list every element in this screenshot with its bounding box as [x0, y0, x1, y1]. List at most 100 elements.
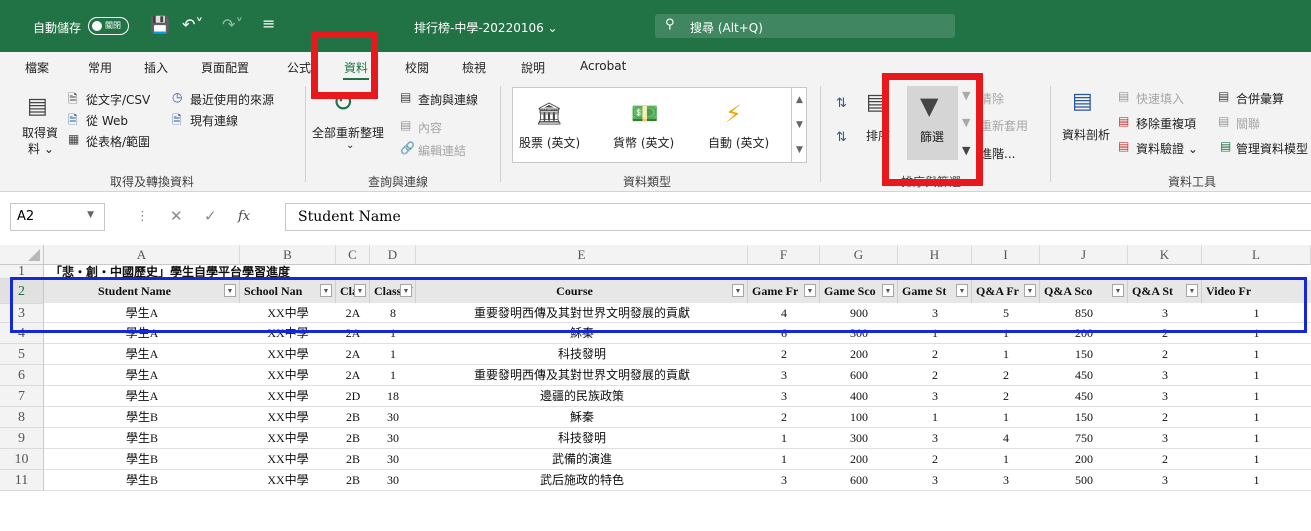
gallery-scroll-up[interactable]: ▲ — [791, 88, 807, 113]
cell[interactable]: 450 — [1040, 365, 1128, 385]
cell[interactable]: 3 — [748, 386, 820, 406]
cell[interactable]: 150 — [1040, 407, 1128, 427]
cell[interactable]: 4 — [972, 428, 1040, 448]
search-box[interactable]: ⚲ 搜尋 (Alt+Q) — [655, 14, 955, 38]
tab-page-layout[interactable]: 頁面配置 — [201, 59, 249, 76]
cell[interactable]: 3 — [748, 365, 820, 385]
cell[interactable]: 2 — [972, 386, 1040, 406]
cell[interactable]: 150 — [1040, 344, 1128, 364]
cell[interactable]: 1 — [370, 365, 416, 385]
cell[interactable]: 2 — [898, 365, 972, 385]
automatic-button[interactable]: 自動 (英文) — [708, 134, 769, 151]
gallery-more[interactable]: ▼ — [791, 138, 807, 163]
cell[interactable]: 學生A — [44, 344, 240, 364]
column-header[interactable]: B — [240, 245, 336, 265]
row-header[interactable]: 10 — [0, 449, 44, 470]
cell[interactable]: 30 — [370, 407, 416, 427]
cell[interactable]: 450 — [1040, 386, 1128, 406]
cell[interactable]: 1 — [1202, 449, 1311, 469]
cell[interactable]: 300 — [820, 428, 898, 448]
cell[interactable]: 2B — [336, 428, 370, 448]
cell[interactable]: 1 — [370, 344, 416, 364]
cell[interactable]: XX中學 — [240, 449, 336, 469]
cell[interactable]: 1 — [748, 449, 820, 469]
insert-function-icon[interactable]: fx — [238, 209, 250, 224]
column-header[interactable]: D — [370, 245, 416, 265]
relationships-button[interactable]: 關聯 — [1236, 115, 1260, 132]
cell[interactable]: 750 — [1040, 428, 1128, 448]
cell[interactable]: 100 — [820, 407, 898, 427]
cell[interactable]: 2 — [898, 344, 972, 364]
cell[interactable]: 3 — [898, 386, 972, 406]
cell[interactable]: 18 — [370, 386, 416, 406]
cell[interactable]: 3 — [1128, 386, 1202, 406]
cell[interactable]: 400 — [820, 386, 898, 406]
name-box-dropdown-icon[interactable]: ▼ — [87, 210, 94, 220]
remove-duplicates-button[interactable]: 移除重複項 — [1136, 115, 1196, 132]
name-box[interactable]: A2 ▼ — [10, 203, 105, 231]
cell[interactable]: 科技發明 — [416, 428, 748, 448]
column-header[interactable]: L — [1202, 245, 1311, 265]
cell[interactable]: 30 — [370, 470, 416, 490]
cell[interactable]: 1 — [898, 407, 972, 427]
cell[interactable]: 30 — [370, 428, 416, 448]
cell[interactable]: 武備的演進 — [416, 449, 748, 469]
row-header[interactable]: 9 — [0, 428, 44, 449]
cell[interactable]: 2 — [972, 365, 1040, 385]
properties-button[interactable]: 內容 — [418, 119, 442, 136]
cell[interactable]: 2D — [336, 386, 370, 406]
from-web-button[interactable]: 從 Web — [86, 112, 128, 129]
cell[interactable]: 600 — [820, 365, 898, 385]
cell[interactable]: 邊疆的民族政策 — [416, 386, 748, 406]
tab-home[interactable]: 常用 — [88, 59, 112, 76]
cell[interactable]: 1 — [972, 449, 1040, 469]
advanced-button[interactable]: 進階... — [980, 145, 1015, 162]
column-header[interactable]: G — [820, 245, 898, 265]
cell[interactable]: 1 — [972, 344, 1040, 364]
column-header[interactable]: K — [1128, 245, 1202, 265]
sort-ascending-icon[interactable]: ⇅ — [836, 96, 847, 111]
currencies-button[interactable]: 貨幣 (英文) — [613, 134, 674, 151]
data-validation-button[interactable]: 資料驗證 ⌄ — [1136, 140, 1198, 157]
cell[interactable]: 2A — [336, 344, 370, 364]
from-text-csv-button[interactable]: 從文字/CSV — [86, 91, 150, 108]
sort-descending-icon[interactable]: ⇅ — [836, 130, 847, 145]
column-header[interactable]: H — [898, 245, 972, 265]
cell[interactable]: 2 — [1128, 344, 1202, 364]
column-header[interactable]: I — [972, 245, 1040, 265]
cell[interactable]: 學生B — [44, 449, 240, 469]
cell[interactable]: 200 — [820, 449, 898, 469]
column-header[interactable]: A — [44, 245, 240, 265]
consolidate-button[interactable]: 合併彙算 — [1236, 90, 1284, 107]
autosave-toggle[interactable]: 關閉 — [88, 17, 129, 35]
cell[interactable]: 1 — [1202, 428, 1311, 448]
flash-fill-button[interactable]: 快速填入 — [1136, 90, 1184, 107]
cell[interactable]: 2B — [336, 449, 370, 469]
cell[interactable]: 1 — [972, 407, 1040, 427]
get-data-label[interactable]: 取得資 — [22, 124, 58, 141]
recent-sources-button[interactable]: 最近使用的來源 — [190, 91, 274, 108]
cell[interactable]: XX中學 — [240, 428, 336, 448]
column-header[interactable]: F — [748, 245, 820, 265]
tab-formulas[interactable]: 公式 — [287, 59, 311, 76]
gallery-scroll-down[interactable]: ▼ — [791, 113, 807, 138]
get-data-arrow[interactable]: 料 ⌄ — [28, 140, 54, 157]
redo-icon[interactable]: ↷˅ — [222, 15, 243, 34]
cell[interactable]: 學生A — [44, 386, 240, 406]
column-header[interactable]: J — [1040, 245, 1128, 265]
cell[interactable]: XX中學 — [240, 365, 336, 385]
edit-links-button[interactable]: 編輯連結 — [418, 142, 466, 159]
cell[interactable]: XX中學 — [240, 407, 336, 427]
reapply-button[interactable]: 重新套用 — [980, 117, 1028, 134]
refresh-all-dropdown[interactable]: ⌄ — [346, 140, 354, 151]
refresh-all-button[interactable]: 全部重新整理 — [312, 124, 384, 141]
cell[interactable]: 600 — [820, 470, 898, 490]
row-header[interactable]: 7 — [0, 386, 44, 407]
existing-connections-button[interactable]: 現有連線 — [190, 112, 238, 129]
more-options-icon[interactable]: ⋮ — [136, 209, 149, 224]
cell[interactable]: 2 — [748, 407, 820, 427]
cell[interactable]: 1 — [1202, 470, 1311, 490]
cell[interactable]: 2B — [336, 470, 370, 490]
cell[interactable]: 2 — [1128, 407, 1202, 427]
cell[interactable]: 1 — [1202, 386, 1311, 406]
